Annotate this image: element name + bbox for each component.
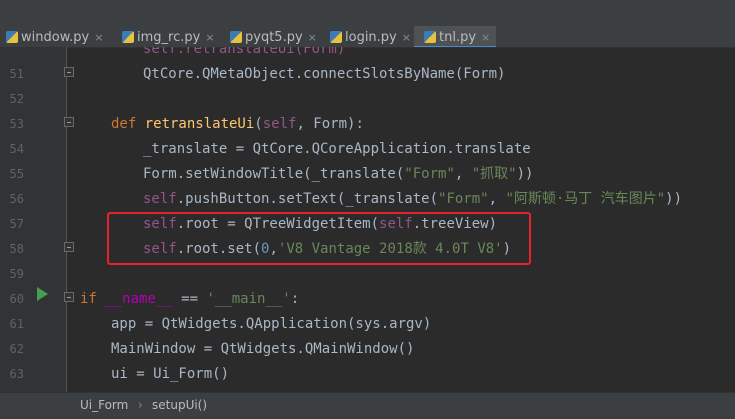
code-text: ( bbox=[254, 116, 263, 132]
line-number-gutter: 51 52 53 54 55 56 57 58 59 60 61 62 63 bbox=[0, 47, 66, 392]
python-file-icon bbox=[6, 31, 18, 43]
self-keyword: self bbox=[262, 116, 297, 132]
breadcrumb-item-class[interactable]: Ui_Form bbox=[80, 398, 128, 412]
code-line-55: Form.setWindowTitle(_translate("Form", "… bbox=[143, 162, 533, 187]
code-text: == bbox=[172, 291, 207, 307]
run-icon[interactable] bbox=[37, 287, 48, 301]
tab-img-rc-py[interactable]: img_rc.py × bbox=[122, 26, 215, 47]
tab-label: window.py bbox=[21, 29, 90, 45]
fold-icon[interactable] bbox=[64, 242, 74, 252]
line-number: 51 bbox=[9, 67, 24, 81]
tab-label: login.py bbox=[345, 29, 397, 45]
tab-label: pyqt5.py bbox=[245, 29, 303, 45]
code-text: self.retranslateUi(Form) bbox=[143, 47, 346, 57]
python-file-icon bbox=[230, 31, 242, 43]
tab-pyqt5-py[interactable]: pyqt5.py × bbox=[230, 26, 317, 47]
string-literal: "阿斯顿·马丁 汽车图片" bbox=[505, 191, 666, 207]
function-name: retranslateUi bbox=[144, 116, 255, 132]
keyword: def bbox=[111, 116, 145, 132]
dunder-name: __name__ bbox=[105, 291, 173, 307]
line-number: 63 bbox=[9, 367, 24, 381]
code-line-51: QtCore.QMetaObject.connectSlotsByName(Fo… bbox=[143, 66, 506, 82]
tab-window-py[interactable]: window.py × bbox=[6, 26, 103, 47]
string-literal: '__main__' bbox=[206, 291, 291, 307]
line-number: 57 bbox=[9, 217, 24, 231]
code-line-56: self.pushButton.setText(_translate("Form… bbox=[143, 187, 682, 212]
code-line-61: app = QtWidgets.QApplication(sys.argv) bbox=[111, 316, 432, 332]
line-number: 61 bbox=[9, 317, 24, 331]
highlight-annotation-box bbox=[107, 212, 531, 265]
editor-tab-bar: window.py × img_rc.py × pyqt5.py × login… bbox=[0, 0, 735, 48]
code-text: .pushButton.setText(_translate( bbox=[176, 191, 439, 207]
code-line-60: if __name__ == '__main__': bbox=[80, 287, 299, 312]
code-text: : bbox=[290, 291, 300, 307]
string-literal: "Form" bbox=[404, 166, 455, 182]
breadcrumb-separator: › bbox=[138, 398, 143, 412]
line-number: 52 bbox=[9, 92, 24, 106]
close-icon[interactable]: × bbox=[94, 31, 103, 44]
line-number: 53 bbox=[9, 117, 24, 131]
breadcrumb-item-method[interactable]: setupUi() bbox=[152, 398, 207, 412]
fold-icon[interactable] bbox=[64, 67, 74, 77]
line-number: 58 bbox=[9, 242, 24, 256]
python-file-icon bbox=[122, 31, 134, 43]
line-number: 54 bbox=[9, 142, 24, 156]
line-number: 60 bbox=[9, 292, 24, 306]
code-text: , bbox=[488, 191, 506, 207]
tab-label: tnl.py bbox=[439, 29, 477, 45]
keyword: if bbox=[80, 291, 106, 307]
code-line-62: MainWindow = QtWidgets.QMainWindow() bbox=[111, 341, 415, 357]
code-line-53: def retranslateUi(self, Form): bbox=[111, 112, 364, 137]
code-text: , bbox=[454, 166, 472, 182]
close-icon[interactable]: × bbox=[402, 31, 411, 44]
fold-icon[interactable] bbox=[64, 117, 74, 127]
self-keyword: self bbox=[143, 191, 177, 207]
gutter-divider bbox=[66, 47, 67, 392]
close-icon[interactable]: × bbox=[205, 31, 214, 44]
close-icon[interactable]: × bbox=[308, 31, 317, 44]
line-number: 62 bbox=[9, 342, 24, 356]
tab-tnl-py[interactable]: tnl.py × bbox=[414, 26, 497, 47]
string-literal: "Form" bbox=[438, 191, 489, 207]
python-file-icon bbox=[330, 31, 342, 43]
code-line-63: ui = Ui_Form() bbox=[111, 366, 230, 382]
python-file-icon bbox=[424, 31, 436, 43]
code-text: , Form): bbox=[296, 116, 364, 132]
close-icon[interactable]: × bbox=[481, 31, 490, 44]
line-number: 59 bbox=[9, 267, 24, 281]
line-number: 56 bbox=[9, 192, 24, 206]
code-text: )) bbox=[665, 191, 683, 207]
line-number: 55 bbox=[9, 167, 24, 181]
tab-label: img_rc.py bbox=[137, 29, 201, 45]
tab-login-py[interactable]: login.py × bbox=[330, 26, 411, 47]
code-line-50: self.retranslateUi(Form) bbox=[143, 47, 345, 62]
string-literal: "抓取" bbox=[471, 166, 517, 182]
code-text: )) bbox=[516, 166, 534, 182]
code-text: Form.setWindowTitle(_translate( bbox=[143, 166, 405, 182]
code-line-54: _translate = QtCore.QCoreApplication.tra… bbox=[143, 141, 531, 157]
fold-icon[interactable] bbox=[64, 292, 74, 302]
breadcrumb: Ui_Form › setupUi() bbox=[0, 392, 735, 419]
